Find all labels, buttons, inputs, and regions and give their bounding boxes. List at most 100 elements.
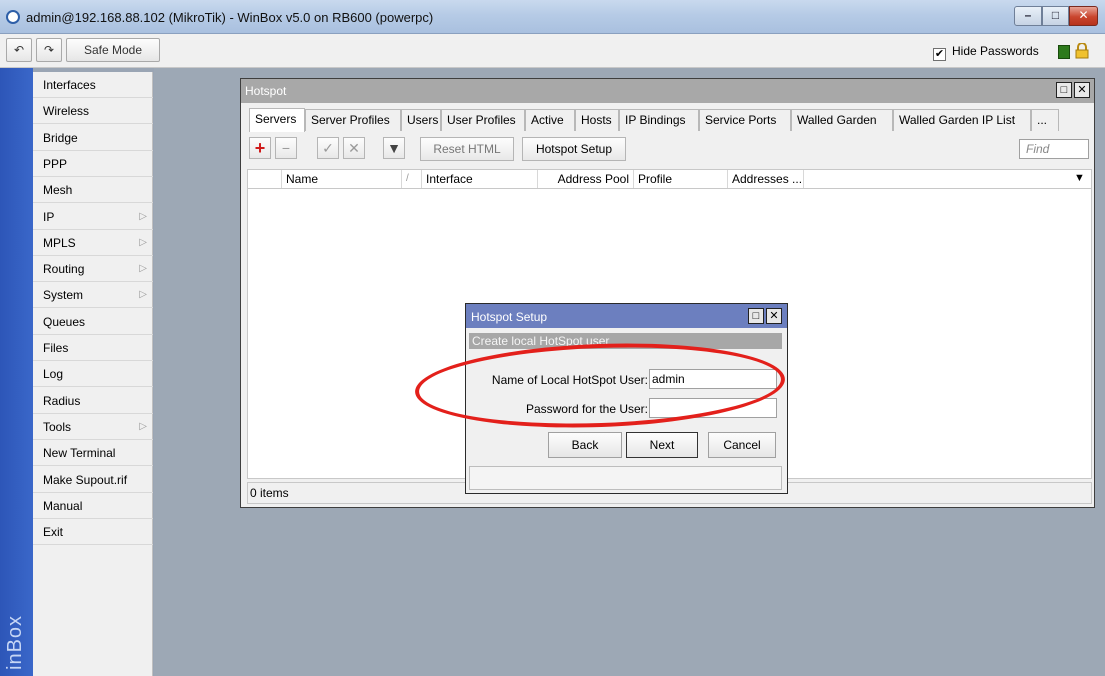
dialog-title-bar[interactable]: Hotspot Setup □ ✕ bbox=[466, 304, 787, 328]
close-icon: ✕ bbox=[1078, 8, 1089, 22]
submenu-arrow-icon: ▷ bbox=[139, 420, 147, 432]
dialog-maximize-button[interactable]: □ bbox=[748, 308, 764, 324]
menu-item-label: Exit bbox=[43, 525, 64, 540]
enable-button[interactable]: ✓ bbox=[317, 137, 339, 159]
winbox-app-icon bbox=[6, 10, 20, 24]
menu-item-label: Radius bbox=[43, 393, 81, 408]
menu-item-label: New Terminal bbox=[43, 446, 116, 461]
tab-user-profiles[interactable]: User Profiles bbox=[441, 109, 525, 131]
column-interface[interactable]: Interface bbox=[422, 170, 538, 188]
brand-label: inBox bbox=[4, 614, 26, 670]
tab-active[interactable]: Active bbox=[525, 109, 575, 131]
menu-item-system[interactable]: System ▷ bbox=[33, 282, 153, 309]
tab-hosts[interactable]: Hosts bbox=[575, 109, 619, 131]
column-name[interactable]: Name bbox=[282, 170, 402, 188]
redo-button[interactable]: ↷ bbox=[36, 38, 62, 62]
maximize-icon: □ bbox=[1051, 8, 1060, 22]
column-address-pool[interactable]: Address Pool bbox=[538, 170, 634, 188]
menu-item-ppp[interactable]: PPP bbox=[33, 151, 153, 177]
filter-button[interactable]: ▼ bbox=[383, 137, 405, 159]
remove-button[interactable]: − bbox=[275, 137, 297, 159]
remove-icon: − bbox=[281, 140, 291, 156]
reset-html-button[interactable]: Reset HTML bbox=[420, 137, 514, 161]
column-profile[interactable]: Profile bbox=[634, 170, 728, 188]
undo-icon: ↶ bbox=[13, 43, 25, 57]
hotspot-maximize-button[interactable]: □ bbox=[1056, 82, 1072, 98]
side-menu: Interfaces Wireless Bridge PPP Mesh IP ▷ MPLS ▷ R… bbox=[33, 72, 153, 676]
safe-mode-button[interactable]: Safe Mode bbox=[66, 38, 160, 62]
menu-item-exit[interactable]: Exit bbox=[33, 519, 153, 546]
dialog-close-button[interactable]: ✕ bbox=[766, 308, 782, 324]
disable-button[interactable]: ✕ bbox=[343, 137, 365, 159]
menu-item-label: IP bbox=[43, 209, 55, 224]
menu-item-manual[interactable]: Manual bbox=[33, 493, 153, 519]
maximize-button[interactable]: □ bbox=[1042, 6, 1069, 26]
sort-indicator-icon: / bbox=[402, 170, 422, 188]
tab-more[interactable]: ... bbox=[1031, 109, 1059, 131]
column-chooser-icon[interactable]: ▼ bbox=[1074, 172, 1085, 184]
menu-item-interfaces[interactable]: Interfaces bbox=[33, 72, 153, 98]
close-button[interactable]: ✕ bbox=[1069, 6, 1098, 26]
column-addresses[interactable]: Addresses ... bbox=[728, 170, 804, 188]
menu-item-label: Files bbox=[43, 341, 69, 355]
hotspot-close-button[interactable]: ✕ bbox=[1074, 82, 1090, 98]
tab-walled-garden[interactable]: Walled Garden bbox=[791, 109, 893, 131]
menu-item-bridge[interactable]: Bridge bbox=[33, 125, 153, 151]
add-button[interactable]: + bbox=[249, 137, 271, 159]
menu-item-log[interactable]: Log bbox=[33, 361, 153, 388]
window-title-bar: admin@192.168.88.102 (MikroTik) - WinBox… bbox=[0, 0, 1105, 34]
menu-item-label: Wireless bbox=[43, 104, 90, 119]
battery-icon bbox=[1058, 45, 1070, 59]
cross-icon: ✕ bbox=[348, 140, 360, 156]
menu-item-wireless[interactable]: Wireless bbox=[33, 98, 153, 125]
undo-button[interactable]: ↶ bbox=[6, 38, 32, 62]
menu-item-label: Tools bbox=[43, 419, 72, 434]
menu-item-label: Make Supout.rif bbox=[43, 472, 128, 487]
column-marker bbox=[248, 170, 282, 188]
menu-item-label: Mesh bbox=[43, 183, 73, 198]
tab-server-profiles[interactable]: Server Profiles bbox=[305, 109, 401, 131]
main-toolbar: ↶ ↷ Safe Mode ✔ Hide Passwords bbox=[0, 34, 1105, 68]
tab-walled-garden-ip-list[interactable]: Walled Garden IP List bbox=[893, 109, 1031, 131]
minimize-button[interactable]: – bbox=[1014, 6, 1042, 26]
back-button[interactable]: Back bbox=[548, 432, 622, 458]
hotspot-title: Hotspot bbox=[245, 84, 287, 98]
menu-item-mesh[interactable]: Mesh bbox=[33, 177, 153, 204]
menu-item-routing[interactable]: Routing ▷ bbox=[33, 256, 153, 283]
tab-service-ports[interactable]: Service Ports bbox=[699, 109, 791, 131]
menu-item-label: Interfaces bbox=[43, 78, 96, 92]
menu-item-ip[interactable]: IP ▷ bbox=[33, 204, 153, 230]
menu-item-label: Queues bbox=[43, 314, 86, 329]
brand-strip: inBox bbox=[0, 68, 33, 676]
menu-item-label: Log bbox=[43, 367, 64, 382]
menu-item-label: Bridge bbox=[43, 130, 78, 145]
find-input[interactable]: Find bbox=[1019, 139, 1089, 159]
hide-passwords-checkbox[interactable]: ✔ bbox=[933, 48, 946, 61]
hotspot-title-bar[interactable]: Hotspot □ ✕ bbox=[241, 79, 1094, 103]
cancel-button[interactable]: Cancel bbox=[708, 432, 776, 458]
menu-item-new-terminal[interactable]: New Terminal bbox=[33, 440, 153, 467]
menu-item-label: Manual bbox=[43, 498, 83, 513]
menu-item-make-supout-rif[interactable]: Make Supout.rif bbox=[33, 467, 153, 493]
submenu-arrow-icon: ▷ bbox=[139, 289, 147, 301]
menu-item-label: System bbox=[43, 288, 84, 303]
tab-users[interactable]: Users bbox=[401, 109, 441, 131]
dialog-status-bar bbox=[469, 466, 782, 490]
tab-servers[interactable]: Servers bbox=[249, 108, 305, 132]
hide-passwords-label: Hide Passwords bbox=[952, 44, 1039, 58]
tab-ip-bindings[interactable]: IP Bindings bbox=[619, 109, 699, 131]
hotspot-setup-button[interactable]: Hotspot Setup bbox=[522, 137, 626, 161]
menu-item-label: MPLS bbox=[43, 235, 76, 250]
servers-table-header: Name / Interface Address Pool Profile Ad… bbox=[247, 169, 1092, 189]
hide-passwords-toggle[interactable]: ✔ Hide Passwords bbox=[933, 44, 1039, 61]
menu-item-label: PPP bbox=[43, 156, 68, 171]
add-icon: + bbox=[254, 138, 266, 158]
menu-item-files[interactable]: Files bbox=[33, 335, 153, 361]
next-button[interactable]: Next bbox=[626, 432, 698, 458]
menu-item-radius[interactable]: Radius bbox=[33, 388, 153, 414]
menu-item-mpls[interactable]: MPLS ▷ bbox=[33, 230, 153, 256]
menu-item-queues[interactable]: Queues bbox=[33, 309, 153, 335]
check-icon: ✓ bbox=[322, 140, 334, 156]
menu-item-tools[interactable]: Tools ▷ bbox=[33, 414, 153, 440]
submenu-arrow-icon: ▷ bbox=[139, 236, 147, 248]
